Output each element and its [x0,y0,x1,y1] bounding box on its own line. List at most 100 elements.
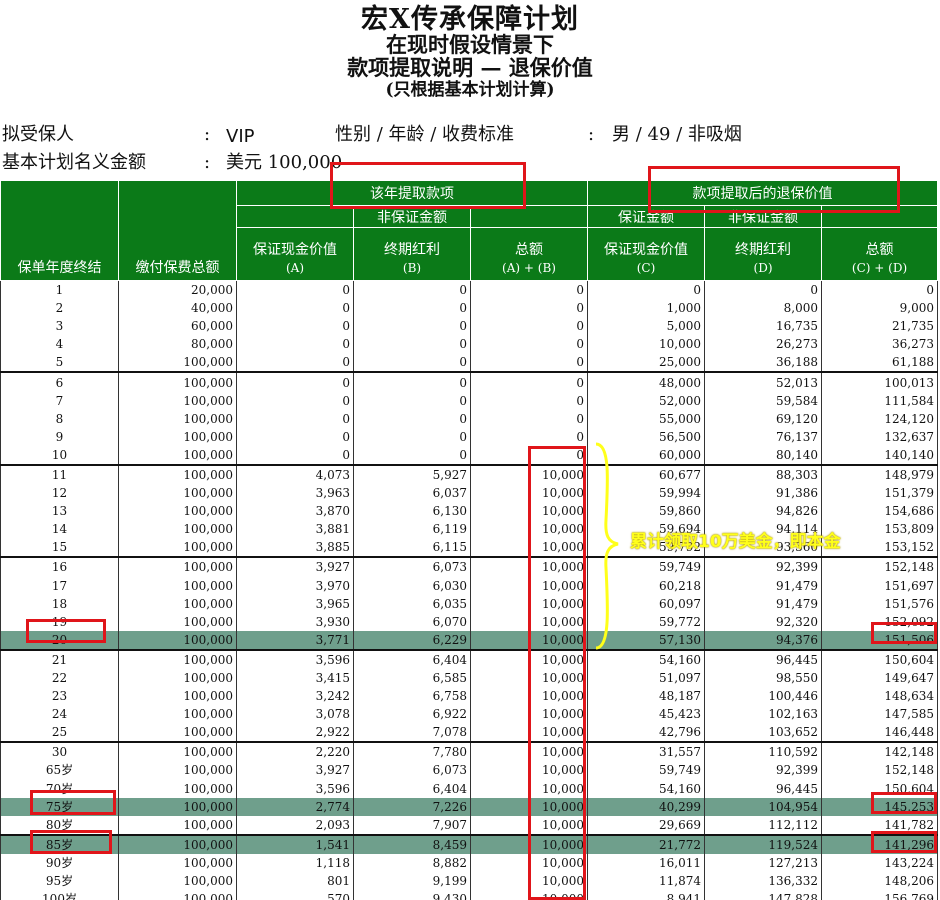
table-cell: 100,000 [118,761,237,780]
table-cell: 45,423 [587,705,706,724]
table-cell: 76,137 [704,427,823,446]
colon: : [204,124,211,145]
table-cell: 80,000 [118,335,237,354]
table-cell: 100,000 [118,576,237,595]
table-cell: 100,000 [118,445,237,465]
table-cell: 10,000 [469,576,589,595]
table-cell: 91,479 [704,594,823,613]
table-cell: 5,927 [353,463,471,485]
table-row: 1 20,000 0 0 0 0 0 0 [0,280,939,300]
table-cell: 10,000 [469,630,589,650]
table-cell: 100,000 [118,371,237,392]
table-cell: 80岁 [0,815,119,835]
table-cell: 0 [353,299,471,318]
gender-value: 男 / 49 / 非吸烟 [612,124,742,145]
table-cell: 100,000 [118,463,237,485]
table-cell: 1 [0,280,119,300]
table-cell: 10,000 [469,779,589,798]
col-header-cd: 总额 (C) + (D) [821,227,939,281]
table-cell: 3,927 [236,761,354,780]
brace-icon [595,442,619,650]
table-row: 75岁 100,000 2,774 7,226 10,000 40,299 104,954 1… [0,797,939,816]
table-cell: 75岁 [0,797,119,816]
table-cell: 100,000 [118,409,237,428]
table-cell: 40,299 [587,797,706,816]
table-cell: 148,634 [821,687,939,706]
table-cell: 104,954 [704,797,823,816]
table-cell: 6,404 [353,648,471,669]
table-cell: 570 [236,890,354,900]
table-cell: 42,796 [587,723,706,743]
table-cell: 100,000 [118,612,237,631]
table-cell: 26,273 [704,335,823,354]
table-cell: 10,000 [469,502,589,521]
colon: : [588,124,595,145]
table-cell: 100,000 [118,833,237,854]
table-row: 6 100,000 0 0 0 48,000 52,013 100,013 [0,371,939,392]
col-header-c: 保证现金价值 (C) [587,227,706,281]
table-cell: 10,000 [469,833,589,854]
table-cell: 0 [236,371,354,392]
table-cell: 100,000 [118,538,237,558]
table-cell: 100,000 [118,391,237,410]
table-cell: 54,160 [587,779,706,798]
table-cell: 13 [0,502,119,521]
table-cell: 3,970 [236,576,354,595]
table-cell: 0 [353,427,471,446]
table-cell: 151,576 [821,594,939,613]
table-cell: 100,000 [118,815,237,835]
table-cell: 14 [0,520,119,539]
table-cell: 8,941 [587,890,706,900]
table-cell: 10 [0,445,119,465]
table-cell: 119,524 [704,833,823,854]
table-cell: 801 [236,872,354,891]
col-header-ab: 总额 (A) + (B) [469,227,589,281]
table-cell: 0 [353,317,471,336]
table-cell: 40,000 [118,299,237,318]
table-cell: 80,140 [704,445,823,465]
table-cell: 100,446 [704,687,823,706]
table-cell: 148,979 [821,463,939,485]
table-cell: 7,078 [353,723,471,743]
table-cell: 25 [0,723,119,743]
table-cell: 100,000 [118,594,237,613]
table-cell: 2,093 [236,815,354,835]
table-cell: 0 [236,427,354,446]
table-cell: 10,000 [469,872,589,891]
table-cell: 0 [469,391,589,410]
table-cell: 90岁 [0,853,119,872]
table-cell: 6,115 [353,538,471,558]
table-cell: 6,073 [353,556,471,577]
table-cell: 0 [353,391,471,410]
table-cell: 10,000 [469,741,589,762]
table-cell: 151,379 [821,484,939,503]
table-cell: 3,242 [236,687,354,706]
table-cell: 0 [236,335,354,354]
table-cell: 6,404 [353,779,471,798]
table-cell: 94,826 [704,502,823,521]
table-cell: 146,448 [821,723,939,743]
table-cell: 6,119 [353,520,471,539]
table-cell: 0 [587,280,706,300]
table-cell: 10,000 [469,761,589,780]
table-cell: 0 [469,299,589,318]
table-cell: 0 [236,299,354,318]
table-cell: 12 [0,484,119,503]
table-cell: 147,585 [821,705,939,724]
table-cell: 0 [353,371,471,392]
table-cell: 100,000 [118,520,237,539]
table-cell: 2,774 [236,797,354,816]
table-cell: 6,030 [353,576,471,595]
table-cell: 0 [704,280,823,300]
table-cell: 6,758 [353,687,471,706]
table-cell: 124,120 [821,409,939,428]
table-cell: 70岁 [0,779,119,798]
table-cell: 2 [0,299,119,318]
table-cell: 100,000 [118,630,237,650]
table-cell: 0 [353,353,471,373]
table-cell: 6,229 [353,630,471,650]
table-cell: 127,213 [704,853,823,872]
table-cell: 8,882 [353,853,471,872]
table-cell: 112,112 [704,815,823,835]
table-cell: 4 [0,335,119,354]
